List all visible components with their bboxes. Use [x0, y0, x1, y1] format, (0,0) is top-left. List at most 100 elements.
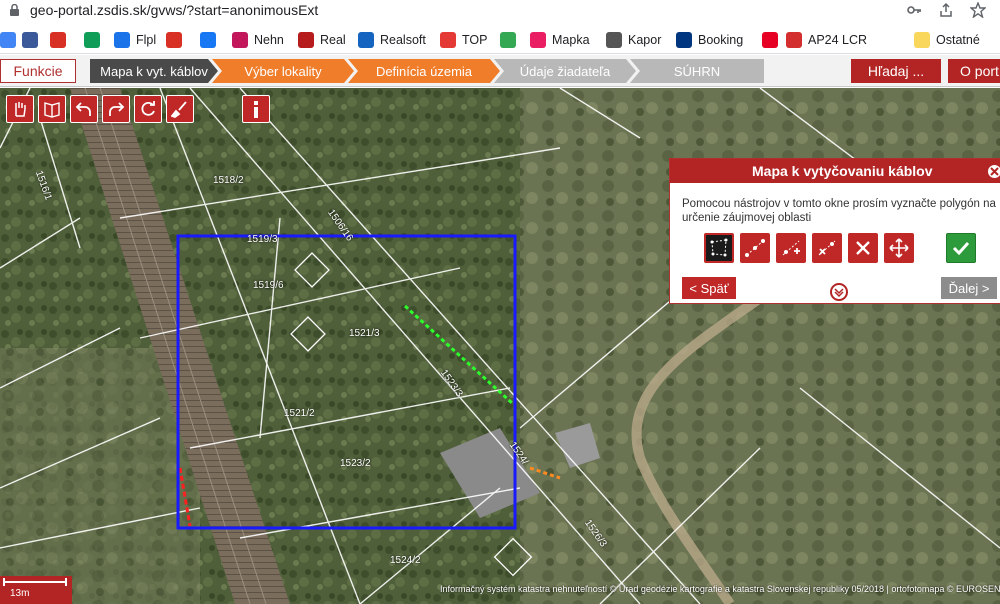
bookmark-item[interactable]: [200, 30, 216, 50]
refresh-icon: [141, 101, 155, 116]
step-label: Výber lokality: [244, 63, 322, 79]
funkcie-button[interactable]: Funkcie: [0, 59, 76, 83]
parcel-label: 1518/2: [213, 175, 244, 186]
add-vertex-button[interactable]: [776, 233, 806, 263]
bookmark-item[interactable]: Realsoft: [358, 30, 426, 50]
step-label: SÚHRN: [673, 63, 721, 79]
bookmark-item[interactable]: Mapka: [530, 30, 590, 50]
info-icon: [254, 101, 258, 118]
about-portal-button[interactable]: O port: [948, 59, 1000, 83]
bookmark-item[interactable]: Real: [298, 30, 346, 50]
parcel-label: 1521/3: [349, 328, 380, 339]
bookmark-item[interactable]: [762, 30, 778, 50]
polygon-tools: [704, 233, 914, 263]
maps-pin-icon: [500, 32, 516, 48]
polygon-icon: [710, 238, 728, 257]
back-button[interactable]: < Späť: [682, 277, 736, 299]
bookmark-label: Real: [320, 33, 346, 47]
bookmark-item[interactable]: Flpl: [114, 30, 156, 50]
map-toolbar: [6, 95, 194, 123]
real-icon: [298, 32, 314, 48]
move-polygon-button[interactable]: [884, 233, 914, 263]
bookmark-item[interactable]: Kapor: [606, 30, 661, 50]
step-definicia-uzemia[interactable]: Definícia územia: [348, 59, 500, 83]
brush-icon: [171, 101, 187, 118]
bookmark-item[interactable]: [0, 30, 16, 50]
step-label: Mapa k vyt. káblov: [100, 63, 208, 79]
no-sign-icon: [166, 32, 182, 48]
bookmark-label: Nehn: [254, 33, 284, 47]
bookmark-item[interactable]: [22, 30, 38, 50]
step-mapa-k-vyt-kablov[interactable]: Mapa k vyt. káblov: [90, 59, 218, 83]
dialog-title: Mapa k vytyčovaniu káblov: [670, 159, 1000, 183]
pan-tool-button[interactable]: [6, 95, 34, 123]
bookmark-item[interactable]: [166, 30, 182, 50]
bookmark-4-icon: [84, 32, 100, 48]
mapka-icon: [530, 32, 546, 48]
star-icon[interactable]: [970, 2, 986, 18]
bookmark-item[interactable]: Booking: [676, 30, 743, 50]
undo-button[interactable]: [70, 95, 98, 123]
bookmark-item[interactable]: [500, 30, 516, 50]
chevron-down-icon: [834, 288, 844, 298]
kapor-icon: [606, 32, 622, 48]
bookmark-item[interactable]: TOP: [440, 30, 487, 50]
bookmark-label: Realsoft: [380, 33, 426, 47]
key-icon[interactable]: [906, 2, 922, 18]
bookmark-2-icon: [22, 32, 38, 48]
redo-icon: [109, 102, 125, 116]
bookmark-label: Booking: [698, 33, 744, 47]
confirm-button[interactable]: [946, 233, 976, 263]
folder-icon: [914, 32, 930, 48]
pinterest-icon: [762, 32, 778, 48]
bookmark-item[interactable]: [50, 30, 66, 50]
draw-polygon-button[interactable]: [704, 233, 734, 263]
url-text[interactable]: geo-portal.zsdis.sk/gvws/?start=anonimou…: [30, 2, 318, 18]
step-label: Údaje žiadateľa: [519, 63, 611, 79]
book-icon: [44, 102, 60, 118]
lock-icon: [10, 4, 19, 16]
collapse-button[interactable]: [830, 283, 848, 301]
info-button[interactable]: [242, 95, 270, 123]
refresh-button[interactable]: [134, 95, 162, 123]
edit-vertices-button[interactable]: [740, 233, 770, 263]
remove-vertex-icon: [818, 240, 836, 256]
scale-label: 13m: [10, 588, 30, 599]
bookmark-label: Flpl: [136, 33, 157, 47]
step-suhrn[interactable]: SÚHRN: [630, 59, 764, 83]
bookmark-label: Ostatné: [936, 33, 980, 47]
top-icon: [440, 32, 456, 48]
map-attribution: Informačný systém katastra nehnuteľností…: [440, 584, 1000, 594]
bookmark-item[interactable]: [84, 30, 100, 50]
remove-vertex-button[interactable]: [812, 233, 842, 263]
bookmark-item[interactable]: AP24 LCR: [786, 30, 867, 50]
search-button[interactable]: Hľadaj ...: [851, 59, 941, 83]
undo-icon: [75, 102, 91, 116]
bookmark-label: Mapka: [552, 33, 590, 47]
move-icon: [889, 238, 909, 258]
add-vertex-icon: [782, 240, 800, 256]
bookmark-item[interactable]: Ostatné: [914, 30, 980, 50]
bookmark-label: Kapor: [628, 33, 662, 47]
dialog-instructions: Pomocou nástrojov v tomto okne prosím vy…: [682, 198, 996, 224]
booking-icon: [676, 32, 692, 48]
share-icon[interactable]: [938, 2, 954, 18]
step-udaje-ziadatela[interactable]: Údaje žiadateľa: [494, 59, 636, 83]
step-vyber-lokality[interactable]: Výber lokality: [212, 59, 354, 83]
redo-button[interactable]: [102, 95, 130, 123]
delete-polygon-button[interactable]: [848, 233, 878, 263]
realsoft-icon: [358, 32, 374, 48]
bookmark-label: AP24 LCR: [808, 33, 868, 47]
app-toolbar: Funkcie Mapa k vyt. káblov Výber lokalit…: [0, 55, 1000, 87]
close-button[interactable]: [986, 163, 1000, 180]
next-button[interactable]: Ďalej >: [941, 277, 997, 299]
parcel-label: 1519/3: [247, 234, 278, 245]
parcel-label: 1524/2: [390, 555, 421, 566]
hand-icon: [15, 102, 26, 117]
address-bar[interactable]: geo-portal.zsdis.sk/gvws/?start=anonimou…: [0, 0, 1000, 22]
step-label: Definícia územia: [375, 63, 473, 79]
bookmark-item[interactable]: Nehn: [232, 30, 284, 50]
ap24-icon: [786, 32, 802, 48]
clear-button[interactable]: [166, 95, 194, 123]
map-layers-button[interactable]: [38, 95, 66, 123]
